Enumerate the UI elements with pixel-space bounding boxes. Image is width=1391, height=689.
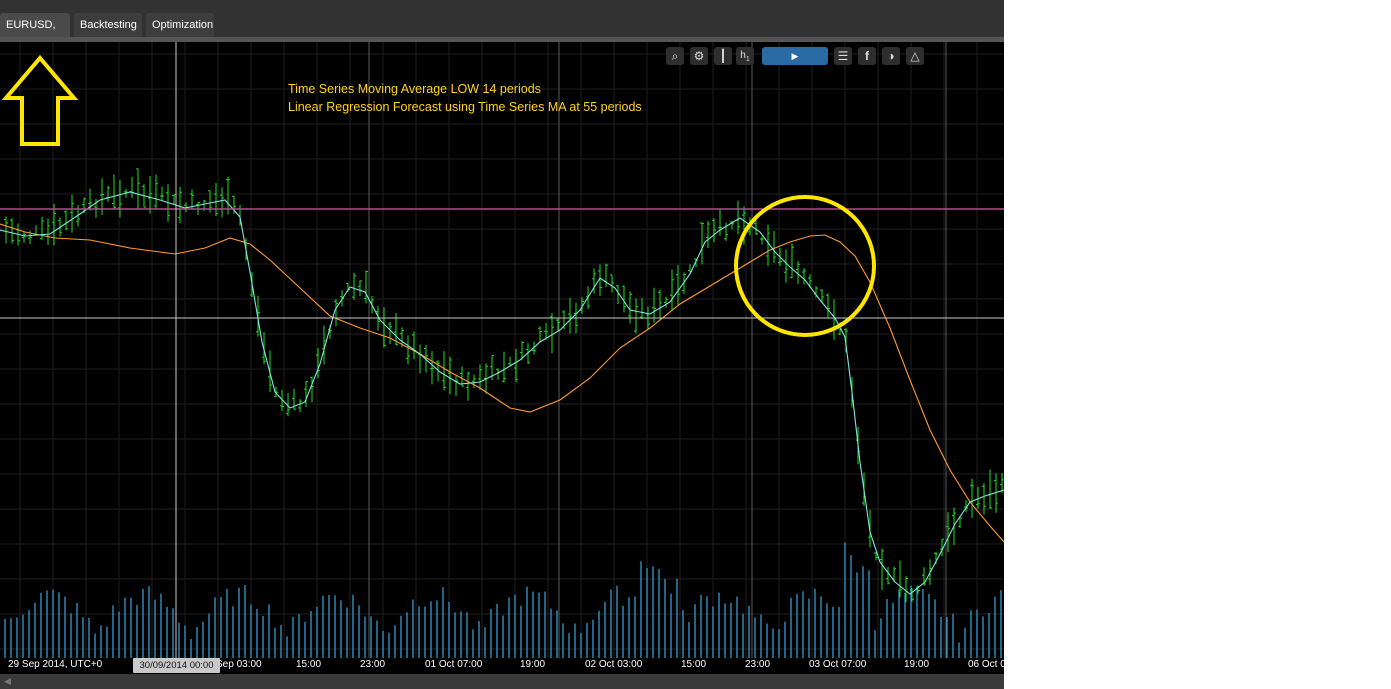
timeframe-icon[interactable]: h1: [736, 47, 754, 65]
timeframe-sub: 1: [745, 56, 750, 63]
highlight-circle: [734, 195, 876, 337]
chart-canvas: [0, 42, 1004, 658]
share-icon[interactable]: ◑: [882, 47, 900, 65]
time-axis: 29 Sep 2014, UTC+0 Sep 03:00 15:00 23:00…: [0, 658, 1004, 674]
price-bars: [4, 168, 1004, 603]
time-label: 01 Oct 07:00: [425, 659, 483, 670]
time-label: 19:00: [904, 659, 930, 670]
forecast-line: [0, 223, 1004, 543]
template-icon[interactable]: △: [906, 47, 924, 65]
tab-eurusd-h1[interactable]: EURUSD, h1: [0, 13, 70, 55]
list-icon[interactable]: ☰: [834, 47, 852, 65]
zoom-icon[interactable]: ⌕: [666, 47, 684, 65]
time-label: 29 Sep 2014, UTC+0: [8, 659, 103, 670]
time-label: 19:00: [520, 659, 546, 670]
scroll-left-icon[interactable]: ◀: [4, 676, 11, 687]
time-label: 23:00: [745, 659, 771, 670]
time-label: 23:00: [360, 659, 386, 670]
facebook-icon[interactable]: f: [858, 47, 876, 65]
price-chart[interactable]: ⌕ ⚙ ┃ h1 ▶ ☰ f ◑ △ Time Series Moving Av…: [0, 42, 1004, 674]
annotation-ma-label: Time Series Moving Average LOW 14 period…: [288, 82, 541, 96]
play-button[interactable]: ▶: [762, 47, 828, 65]
time-label: 15:00: [296, 659, 322, 670]
tab-bar: EURUSD, h1 Backtesting Optimization: [0, 0, 1004, 55]
chart-toolbar: ⌕ ⚙ ┃ h1 ▶ ☰ f ◑ △: [666, 47, 928, 67]
annotation-forecast-label: Linear Regression Forecast using Time Se…: [288, 100, 642, 114]
chart-grid: [0, 42, 1004, 658]
chart-scrollbar[interactable]: ◀: [0, 674, 1004, 689]
ma14-line: [0, 191, 1004, 595]
tab-optimization[interactable]: Optimization: [146, 13, 214, 37]
time-label: 06 Oct 0: [968, 659, 1004, 670]
time-label: Sep 03:00: [216, 659, 262, 670]
trading-app: EURUSD, h1 Backtesting Optimization ⌕ ⚙ …: [0, 0, 1004, 689]
chart-settings-icon[interactable]: ⚙: [690, 47, 708, 65]
time-label: 03 Oct 07:00: [809, 659, 867, 670]
tab-backtesting[interactable]: Backtesting: [74, 13, 142, 37]
time-label: 15:00: [681, 659, 707, 670]
time-label: 02 Oct 03:00: [585, 659, 643, 670]
volume-bars: [4, 542, 1002, 658]
bar-type-icon[interactable]: ┃: [714, 47, 732, 65]
up-arrow-icon: [1, 54, 79, 146]
crosshair-time-label: 30/09/2014 00:00: [133, 658, 220, 673]
